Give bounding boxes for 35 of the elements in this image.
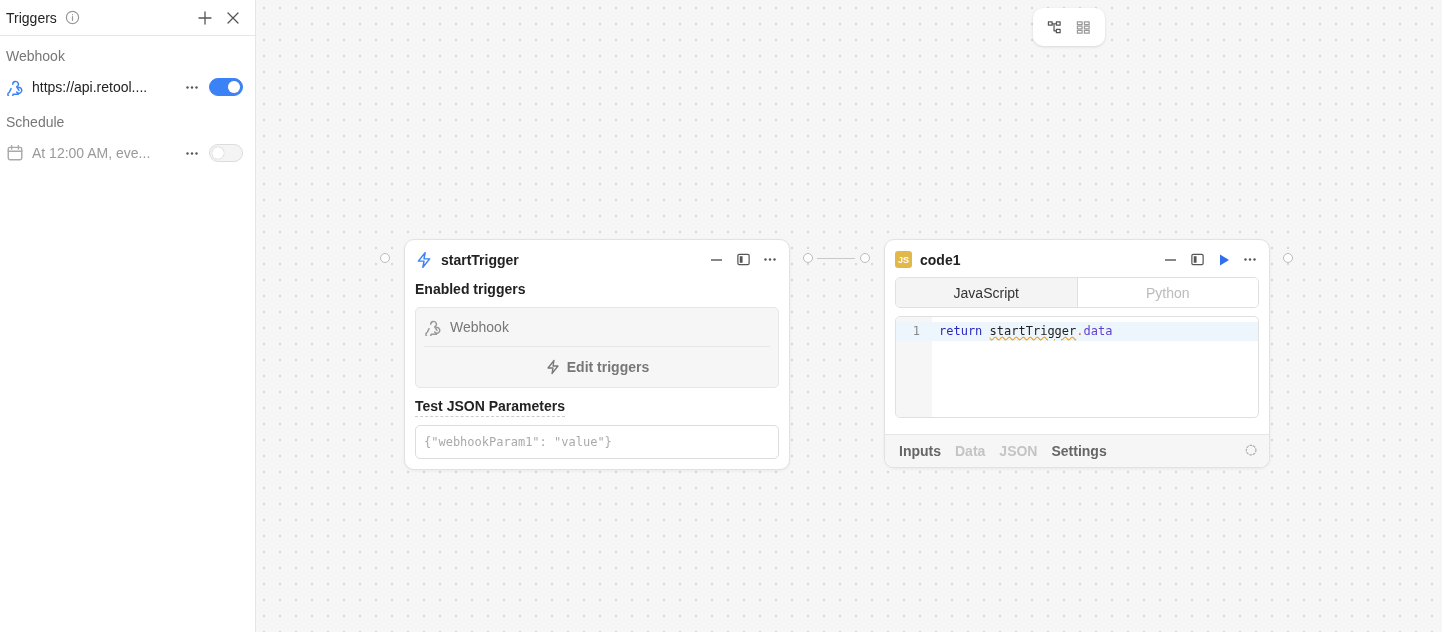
sidebar-title: Triggers bbox=[6, 9, 57, 26]
section-label: Enabled triggers bbox=[415, 280, 527, 299]
play-icon bbox=[1217, 252, 1231, 267]
trigger-name: Webhook bbox=[450, 319, 509, 335]
code-editor[interactable]: 1 return startTrigger.data bbox=[895, 316, 1259, 418]
panel-icon bbox=[1190, 252, 1205, 267]
webhook-icon bbox=[6, 78, 24, 96]
more-icon bbox=[186, 151, 198, 155]
footer-tab[interactable]: Inputs bbox=[899, 443, 941, 459]
loading-icon bbox=[1245, 444, 1259, 458]
more-icon bbox=[1244, 258, 1256, 261]
line-number: 1 bbox=[896, 322, 932, 341]
section-heading: Schedule bbox=[5, 113, 66, 132]
webhook-icon bbox=[424, 318, 442, 336]
trigger-label[interactable]: https://api.retool.... bbox=[32, 79, 175, 95]
edit-triggers-button[interactable]: Edit triggers bbox=[424, 347, 770, 387]
more-icon bbox=[186, 85, 198, 89]
trigger-label[interactable]: At 12:00 AM, eve... bbox=[32, 145, 175, 161]
minus-icon bbox=[711, 258, 722, 261]
panel-icon bbox=[736, 252, 751, 267]
connector-line bbox=[817, 258, 855, 259]
more-icon bbox=[764, 258, 776, 261]
calendar-icon bbox=[6, 144, 24, 162]
lightning-icon bbox=[415, 250, 433, 269]
info-icon bbox=[64, 10, 80, 25]
javascript-badge: JS bbox=[895, 251, 912, 268]
node-title: startTrigger bbox=[441, 251, 520, 268]
node-title: code1 bbox=[920, 251, 962, 268]
toggle-switch[interactable] bbox=[209, 78, 243, 96]
footer-tab[interactable]: Settings bbox=[1051, 443, 1107, 459]
minus-icon bbox=[1165, 258, 1176, 261]
section-label: Test JSON Parameters bbox=[415, 398, 565, 417]
section-heading: Webhook bbox=[5, 47, 66, 66]
json-input-field[interactable]: {"webhookParam1": "value"} bbox=[415, 425, 779, 459]
language-tab[interactable]: JavaScript bbox=[896, 278, 1077, 307]
